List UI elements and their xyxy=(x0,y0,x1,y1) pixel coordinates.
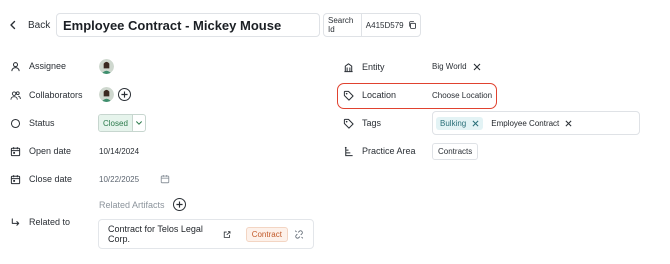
add-collaborator-button[interactable] xyxy=(118,88,131,101)
assignee-avatar[interactable] xyxy=(99,59,114,74)
hierarchy-icon xyxy=(344,146,353,156)
chevron-left-icon xyxy=(10,20,16,30)
tags-icon xyxy=(343,118,354,129)
assignee-label: Assignee xyxy=(29,61,67,71)
related-artifacts-header: Related Artifacts xyxy=(99,198,186,211)
external-link-icon[interactable] xyxy=(223,230,231,239)
entity-label: Entity xyxy=(362,62,385,72)
close-date-row: Close date xyxy=(10,170,72,188)
close-date-label: Close date xyxy=(29,174,73,184)
status-label: Status xyxy=(29,118,55,128)
search-id-label: Search Id xyxy=(328,14,362,36)
assignee-row: Assignee xyxy=(10,57,66,75)
search-id-box: Search Id A415D579 xyxy=(323,13,421,37)
tag-chip: Employee Contract xyxy=(489,117,576,130)
avatar-image xyxy=(99,59,114,74)
calendar-picker-icon[interactable] xyxy=(160,174,170,184)
calendar-icon xyxy=(10,146,21,156)
close-icon[interactable] xyxy=(565,120,572,127)
artifact-type-badge: Contract xyxy=(245,226,288,242)
chevron-down-icon xyxy=(133,115,145,131)
tag-label: Employee Contract xyxy=(491,118,560,128)
entity-value[interactable]: Big World xyxy=(432,62,467,71)
collaborators-label: Collaborators xyxy=(29,90,83,100)
related-to-row: Related to xyxy=(10,213,70,231)
practice-area-chip[interactable]: Contracts xyxy=(432,143,479,160)
avatar-image xyxy=(99,87,114,102)
tags-label: Tags xyxy=(362,118,382,128)
tags-input[interactable]: Bulking Employee Contract xyxy=(432,111,640,135)
related-to-label: Related to xyxy=(29,217,71,227)
calendar-icon xyxy=(10,174,21,184)
open-date-value[interactable]: 10/14/2024 xyxy=(99,147,139,156)
back-label: Back xyxy=(28,19,51,31)
artifact-name[interactable]: Contract for Telos Legal Corp. xyxy=(108,224,217,244)
back-button[interactable]: Back xyxy=(8,14,50,36)
status-value: Closed xyxy=(99,115,133,131)
close-icon[interactable] xyxy=(472,120,479,127)
entity-row: Entity xyxy=(343,58,385,76)
status-row: Status xyxy=(10,114,55,132)
corner-down-right-icon xyxy=(11,217,20,226)
status-dropdown[interactable]: Closed xyxy=(98,114,146,132)
plus-icon xyxy=(175,201,183,208)
circle-icon xyxy=(10,118,21,128)
tag-chip: Bulking xyxy=(436,116,484,130)
building-icon xyxy=(344,62,353,72)
user-icon xyxy=(11,61,20,71)
collaborator-avatar[interactable] xyxy=(99,87,114,102)
tags-row: Tags xyxy=(343,114,381,132)
practice-area-label: Practice Area xyxy=(362,146,416,156)
search-id-value: A415D579 xyxy=(365,20,404,30)
location-highlight xyxy=(337,83,497,109)
collaborators-row: Collaborators xyxy=(10,86,83,104)
add-related-artifact-button[interactable] xyxy=(172,198,186,211)
related-artifacts-label: Related Artifacts xyxy=(99,199,165,210)
users-icon xyxy=(10,90,21,100)
open-date-label: Open date xyxy=(29,146,72,156)
close-icon[interactable] xyxy=(473,63,481,71)
close-date-value[interactable]: 10/22/2025 xyxy=(99,175,139,184)
unlink-icon[interactable] xyxy=(294,229,304,240)
open-date-row: Open date xyxy=(10,142,71,160)
title-input[interactable]: Employee Contract - Mickey Mouse xyxy=(56,13,320,37)
plus-icon xyxy=(121,91,128,98)
tag-label: Bulking xyxy=(440,118,467,128)
related-artifact-card[interactable]: Contract for Telos Legal Corp. Contract xyxy=(98,219,314,249)
practice-area-row: Practice Area xyxy=(343,142,416,160)
copy-icon[interactable] xyxy=(408,20,416,30)
